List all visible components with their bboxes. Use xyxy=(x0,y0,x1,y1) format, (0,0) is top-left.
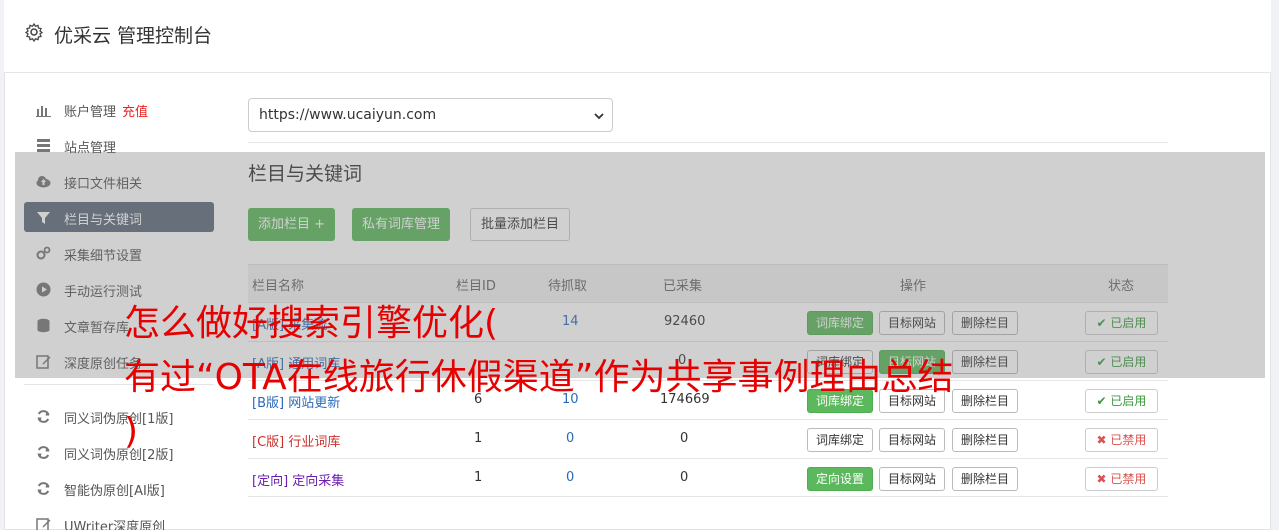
sidebar-item-uwriter[interactable]: UWriter深度原创 xyxy=(24,509,214,530)
gear-icon xyxy=(24,22,44,42)
sidebar-item-label: 智能伪原创[AI版] xyxy=(64,484,165,499)
edit-icon xyxy=(36,518,51,530)
refresh-icon xyxy=(37,446,50,459)
row-collected: 0 xyxy=(680,470,689,485)
status-toggle[interactable]: ✖ 已禁用 xyxy=(1085,467,1158,491)
status-label: 已禁用 xyxy=(1110,472,1147,486)
row-id: 1 xyxy=(474,470,483,485)
sidebar-item-label: UWriter深度原创 xyxy=(64,520,166,530)
divider xyxy=(248,142,1168,143)
row-tag: [定向] xyxy=(252,474,289,489)
site-select[interactable]: https://www.ucaiyun.com xyxy=(248,98,613,132)
bar-chart-icon xyxy=(36,106,51,117)
directed-settings-button[interactable]: 定向设置 xyxy=(807,467,874,491)
site-select-value: https://www.ucaiyun.com xyxy=(259,107,437,123)
target-site-button[interactable]: 目标网站 xyxy=(879,467,946,491)
headline-line-2: 有过“OTA在线旅行休假渠道”作为共享事例理由总结 xyxy=(124,357,954,398)
app-title: 优采云 管理控制台 xyxy=(54,25,213,47)
table-row: [定向] 定向采集 1 0 0 定向设置 目标网站 删除栏目 ✖ 已禁用 xyxy=(248,458,1168,497)
overlay-headline: 怎么做好搜索引擎优化( 有过“OTA在线旅行休假渠道”作为共享事例理由总结 ) xyxy=(124,297,1174,459)
sidebar-item-account[interactable]: 账户管理 充值 xyxy=(24,94,214,124)
refresh-icon xyxy=(37,482,50,495)
chevron-down-icon xyxy=(594,113,604,120)
headline-line-1: 怎么做好搜索引擎优化( xyxy=(124,303,499,344)
top-header: 优采云 管理控制台 xyxy=(4,0,1271,73)
delete-column-button[interactable]: 删除栏目 xyxy=(952,467,1019,491)
row-name[interactable]: 定向采集 xyxy=(292,474,344,489)
recharge-link[interactable]: 充值 xyxy=(122,105,148,120)
sidebar-item-ai-rewrite[interactable]: 智能伪原创[AI版] xyxy=(24,473,214,503)
headline-line-3: ) xyxy=(124,411,139,452)
row-pending[interactable]: 0 xyxy=(566,470,574,485)
server-icon xyxy=(37,139,50,152)
sidebar-item-label: 账户管理 xyxy=(64,105,117,120)
refresh-icon xyxy=(37,410,50,423)
